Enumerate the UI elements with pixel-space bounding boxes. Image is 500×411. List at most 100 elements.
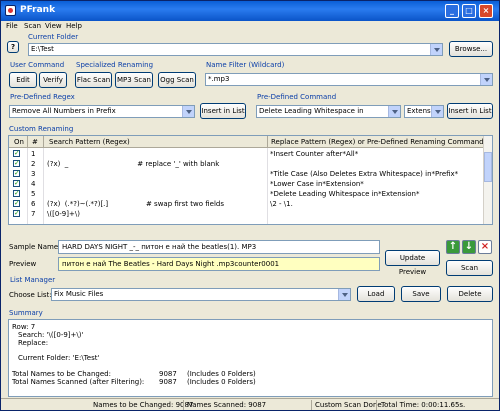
summary-search: Search: '\([0-9]+\)' [18,331,84,339]
list-manager-label: List Manager [9,276,57,284]
chevron-down-icon[interactable] [480,74,492,85]
specialized-renaming-label: Specialized Renaming [75,61,155,69]
row-enabled-checkbox[interactable]: ✓ [13,170,20,177]
command-scope-combo[interactable]: Extensi [404,105,444,118]
row-number: 6 [31,200,36,208]
table-row[interactable]: ✓ 5 *Delete Leading Whitespace in*Extens… [9,189,483,199]
table-row[interactable]: ✓ 6 (?x) (.*?)~(.*?)[.] # swap first two… [9,199,483,209]
sample-name-field[interactable]: HARD DAYS NIGHT _-_ питон е най the beat… [58,240,380,254]
flac-scan-button[interactable]: Flac Scan [75,72,112,88]
row-number: 2 [31,160,36,168]
command-insert-in-list-button[interactable]: Insert in List [447,103,493,119]
row-search-pattern[interactable]: \([0-9]+\) [47,210,80,218]
row-replace-pattern[interactable]: *Title Case (Also Deletes Extra Whitespa… [270,170,458,178]
row-enabled-checkbox[interactable]: ✓ [13,150,20,157]
load-button[interactable]: Load [357,286,395,302]
scrollbar-thumb[interactable] [484,152,492,182]
row-replace-pattern[interactable]: *Lower Case in*Extension* [270,180,364,188]
row-enabled-checkbox[interactable]: ✓ [13,200,20,207]
browse-button[interactable]: Browse... [449,41,493,57]
predefined-regex-value: Remove All Numbers in Prefix [12,107,116,115]
grid-scrollbar[interactable] [483,136,492,224]
chevron-down-icon[interactable] [338,289,350,300]
summary-changed-label: Total Names to be Changed: [12,370,111,378]
delete-row-icon[interactable]: × [478,240,492,254]
delete-button[interactable]: Delete [447,286,493,302]
table-row[interactable]: ✓ 4 *Lower Case in*Extension* [9,179,483,189]
menu-view[interactable]: View [45,22,62,30]
status-names-changed: Names to be Changed: 9087 [93,401,194,409]
window-title: PFrank [20,5,56,15]
row-number: 3 [31,170,36,178]
menu-scan[interactable]: Scan [24,22,41,30]
column-number[interactable]: # [32,138,38,146]
current-folder-combo[interactable]: E:\Test [28,43,443,56]
app-icon [5,5,16,16]
table-row[interactable]: ✓ 3 *Title Case (Also Deletes Extra Whit… [9,169,483,179]
maximize-button[interactable]: □ [462,4,476,18]
summary-changed-note: (Includes 0 Folders) [187,370,256,378]
help-button[interactable]: ? [7,41,19,53]
menu-file[interactable]: File [6,22,18,30]
status-bar: Names to be Changed: 9087 Names Scanned:… [1,398,499,410]
chevron-down-icon[interactable] [388,106,400,117]
sample-name-label: Sample Name [9,243,59,251]
column-on[interactable]: On [14,138,24,146]
status-total-time: Total Time: 0:00:11.65s. [381,401,466,409]
name-filter-combo[interactable]: *.mp3 [205,73,493,86]
column-replace-pattern[interactable]: Replace Pattern (Regex) or Pre-Defined R… [271,138,484,146]
summary-label: Summary [8,309,44,317]
minimize-button[interactable]: _ [445,4,459,18]
table-row[interactable]: ✓ 2 (?x) _ # replace '_' with blank [9,159,483,169]
predefined-command-label: Pre-Defined Command [256,93,338,101]
row-enabled-checkbox[interactable]: ✓ [13,190,20,197]
summary-current-folder: Current Folder: 'E:\Test' [18,354,100,362]
grid-header: On # Search Pattern (Regex) Replace Patt… [9,136,492,148]
summary-scanned-note: (Includes 0 Folders) [187,378,256,386]
name-filter-value: *.mp3 [208,75,230,83]
row-enabled-checkbox[interactable]: ✓ [13,210,20,217]
row-search-pattern[interactable]: (?x) _ # replace '_' with blank [47,160,219,168]
row-replace-pattern[interactable]: *Insert Counter after*All* [270,150,358,158]
custom-renaming-label: Custom Renaming [8,125,75,133]
row-replace-pattern[interactable]: \2 - \1. [270,200,293,208]
row-number: 1 [31,150,36,158]
summary-panel: Row: 7 Search: '\([0-9]+\)' Replace: Cur… [8,319,493,397]
move-down-icon[interactable]: ↓ [462,240,476,254]
choose-list-combo[interactable]: Fix Music Files [51,288,351,301]
save-button[interactable]: Save [401,286,441,302]
preview-label: Preview [9,260,37,268]
chevron-down-icon[interactable] [182,106,194,117]
chevron-down-icon[interactable] [431,106,443,117]
row-number: 7 [31,210,36,218]
close-button[interactable]: × [479,4,493,18]
predefined-command-value: Delete Leading Whitespace in [259,107,364,115]
row-number: 5 [31,190,36,198]
edit-button[interactable]: Edit [9,72,37,88]
summary-changed-value: 9087 [159,370,177,378]
move-up-icon[interactable]: ↑ [446,240,460,254]
scan-button[interactable]: Scan [446,260,493,276]
column-search-pattern[interactable]: Search Pattern (Regex) [49,138,130,146]
row-search-pattern[interactable]: (?x) (.*?)~(.*?)[.] # swap first two fie… [47,200,224,208]
table-row[interactable]: ✓ 7 \([0-9]+\) [9,209,483,219]
verify-button[interactable]: Verify [39,72,67,88]
predefined-command-combo[interactable]: Delete Leading Whitespace in [256,105,401,118]
row-replace-pattern[interactable]: *Delete Leading Whitespace in*Extension* [270,190,419,198]
status-scan-done: Custom Scan Done. [315,401,384,409]
title-bar[interactable]: PFrank _ □ × [1,1,499,21]
menu-help[interactable]: Help [66,22,82,30]
regex-insert-in-list-button[interactable]: Insert in List [200,103,246,119]
chevron-down-icon[interactable] [430,44,442,55]
name-filter-label: Name Filter (Wildcard) [205,61,286,69]
mp3-scan-button[interactable]: MP3 Scan [115,72,153,88]
update-preview-button[interactable]: Update Preview [385,250,440,276]
row-enabled-checkbox[interactable]: ✓ [13,180,20,187]
ogg-scan-button[interactable]: Ogg Scan [158,72,196,88]
row-enabled-checkbox[interactable]: ✓ [13,160,20,167]
custom-renaming-grid[interactable]: On # Search Pattern (Regex) Replace Patt… [8,135,493,225]
preview-field: питон е най The Beatles - Hard Days Nigh… [58,257,380,271]
table-row[interactable]: ✓ 1 *Insert Counter after*All* [9,149,483,159]
summary-scanned-label: Total Names Scanned (after Filtering): [12,378,145,386]
predefined-regex-combo[interactable]: Remove All Numbers in Prefix [9,105,195,118]
